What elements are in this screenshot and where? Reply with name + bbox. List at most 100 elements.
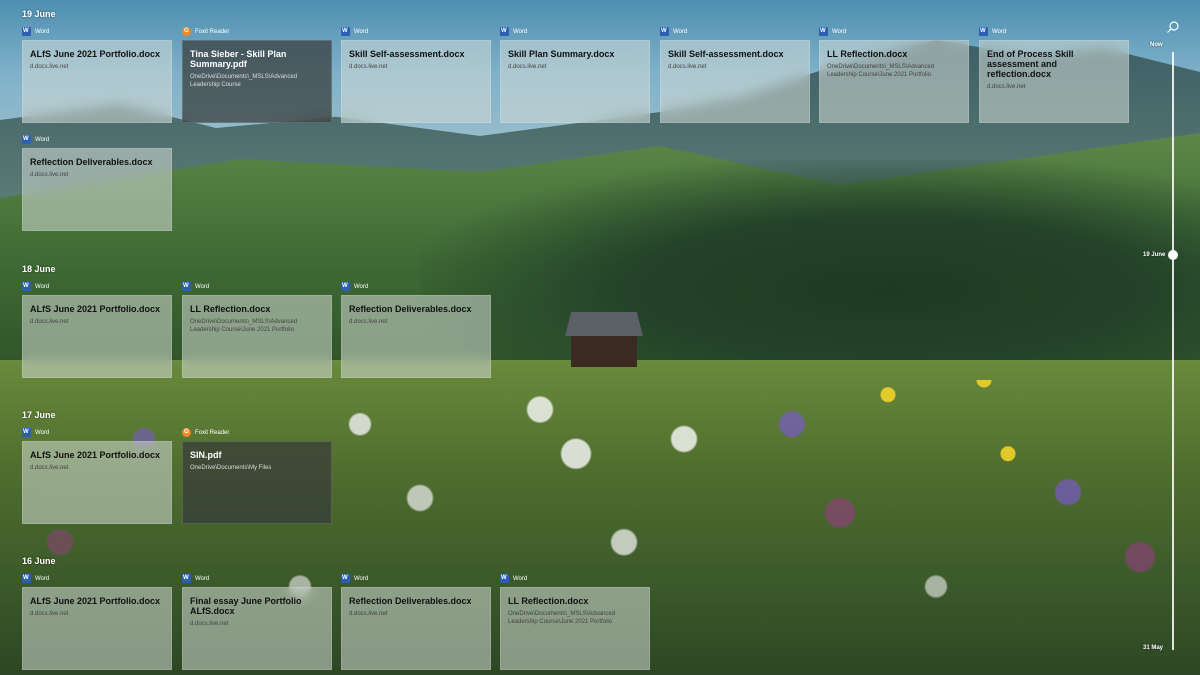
activity-card[interactable]: Tina Sieber - Skill Plan Summary.pdf OneD… (182, 40, 332, 123)
activity-title: Reflection Deliverables.docx (349, 304, 472, 314)
activity-title: LL Reflection.docx (827, 49, 908, 59)
timeline-end-label: 31 May (1143, 645, 1164, 651)
activity-title: SIN.pdf (190, 450, 222, 460)
app-name: Word (195, 283, 210, 290)
word-icon (22, 135, 31, 144)
activity-location: d.docs.live.net (30, 64, 69, 70)
activity-location: d.docs.live.net (30, 465, 69, 471)
activity-card[interactable]: Skill Self-assessment.docx d.docs.live.ne… (341, 40, 491, 123)
activity-title: ALfS June 2021 Portfolio.docx (30, 304, 161, 314)
app-name: Foxit Reader (195, 28, 230, 35)
activity-title: ALfS June 2021 Portfolio.docx (30, 450, 161, 460)
day-heading: 18 June (22, 264, 56, 274)
app-tag: Word (22, 282, 49, 291)
word-icon (22, 428, 31, 437)
wallpaper-cabin (565, 312, 643, 367)
activity-card[interactable]: Reflection Deliverables.docx d.docs.live.… (341, 295, 491, 378)
timeline-scrubber-handle[interactable] (1168, 250, 1178, 260)
app-tag: Word (22, 574, 49, 583)
activity-location: d.docs.live.net (668, 64, 707, 70)
app-tag: Word (22, 27, 49, 36)
app-tag: Word (341, 574, 368, 583)
word-icon (500, 574, 509, 583)
activity-location: d.docs.live.net (30, 319, 69, 325)
activity-title: Skill Self-assessment.docx (349, 49, 465, 59)
word-icon (22, 574, 31, 583)
activity-location: d.docs.live.net (30, 611, 69, 617)
app-name: Word (35, 283, 50, 290)
activity-location: d.docs.live.net (987, 84, 1026, 90)
app-tag: Word (341, 27, 368, 36)
app-name: Word (673, 28, 688, 35)
word-icon (341, 27, 350, 36)
app-name: Word (35, 429, 50, 436)
activity-location: OneDrive\Documents\_MSLS\Advanced Leader… (190, 319, 298, 333)
word-icon (22, 282, 31, 291)
activity-title: Reflection Deliverables.docx (30, 157, 153, 167)
app-tag: Word (22, 428, 49, 437)
app-tag: Word (979, 27, 1006, 36)
activity-title: End of Process Skill assessment and refl… (987, 49, 1074, 79)
activity-location: d.docs.live.net (349, 64, 388, 70)
activity-title: LL Reflection.docx (190, 304, 271, 314)
app-name: Word (832, 28, 847, 35)
app-name: Word (513, 28, 528, 35)
activity-card[interactable]: ALfS June 2021 Portfolio.docx d.docs.live… (22, 441, 172, 524)
app-tag: Word (182, 574, 209, 583)
app-name: Word (35, 28, 50, 35)
word-icon (341, 282, 350, 291)
app-tag: Word (182, 282, 209, 291)
word-icon (819, 27, 828, 36)
app-name: Foxit Reader (195, 429, 230, 436)
day-heading: 17 June (22, 410, 56, 420)
activity-card[interactable]: LL Reflection.docx OneDrive\Documents\_MS… (182, 295, 332, 378)
word-icon (660, 27, 669, 36)
app-tag: Word (660, 27, 687, 36)
app-tag: Word (341, 282, 368, 291)
activity-card[interactable]: ALfS June 2021 Portfolio.docx d.docs.live… (22, 587, 172, 670)
app-name: Word (513, 575, 528, 582)
activity-location: OneDrive\Documents\_MSLS\Advanced Leader… (827, 64, 935, 78)
app-tag: Foxit Reader (182, 428, 229, 437)
activity-card[interactable]: SIN.pdf OneDrive\Documents\My Files (182, 441, 332, 524)
app-name: Word (354, 283, 369, 290)
activity-card[interactable]: LL Reflection.docx OneDrive\Documents\_MS… (500, 587, 650, 670)
activity-location: d.docs.live.net (349, 319, 388, 325)
day-heading: 19 June (22, 9, 56, 19)
word-icon (341, 574, 350, 583)
app-tag: Word (500, 574, 527, 583)
activity-card[interactable]: ALfS June 2021 Portfolio.docx d.docs.live… (22, 40, 172, 123)
word-icon (182, 282, 191, 291)
activity-card[interactable]: Final essay June Portfolio ALfS.docx d.do… (182, 587, 332, 670)
activity-location: d.docs.live.net (190, 621, 229, 627)
app-name: Word (354, 575, 369, 582)
cabin-roof (565, 312, 643, 336)
timeline-scrubber-track[interactable] (1172, 52, 1174, 650)
cabin-wall (571, 336, 637, 367)
day-heading: 16 June (22, 556, 56, 566)
activity-title: Skill Plan Summary.docx (508, 49, 615, 59)
activity-location: OneDrive\Documents\_MSLS\Advanced Leader… (508, 611, 616, 625)
app-name: Word (195, 575, 210, 582)
app-tag: Word (500, 27, 527, 36)
activity-card[interactable]: End of Process Skill assessment and refl… (979, 40, 1129, 123)
activity-card[interactable]: Reflection Deliverables.docx d.docs.live.… (22, 148, 172, 231)
activity-title: ALfS June 2021 Portfolio.docx (30, 49, 161, 59)
activity-title: LL Reflection.docx (508, 596, 589, 606)
activity-card[interactable]: ALfS June 2021 Portfolio.docx d.docs.live… (22, 295, 172, 378)
word-icon (979, 27, 988, 36)
activity-location: d.docs.live.net (30, 172, 69, 178)
timeline-now-label: Now (1150, 42, 1163, 48)
word-icon (500, 27, 509, 36)
activity-title: ALfS June 2021 Portfolio.docx (30, 596, 161, 606)
activity-card[interactable]: Reflection Deliverables.docx d.docs.live.… (341, 587, 491, 670)
app-name: Word (35, 136, 50, 143)
activity-card[interactable]: Skill Plan Summary.docx d.docs.live.net (500, 40, 650, 123)
activity-card[interactable]: LL Reflection.docx OneDrive\Documents\_MS… (819, 40, 969, 123)
activity-card[interactable]: Skill Self-assessment.docx d.docs.live.ne… (660, 40, 810, 123)
activity-title: Skill Self-assessment.docx (668, 49, 784, 59)
app-tag: Word (819, 27, 846, 36)
activity-title: Final essay June Portfolio ALfS.docx (190, 596, 302, 616)
search-icon[interactable] (1166, 20, 1180, 34)
foxit-reader-icon (182, 428, 191, 437)
